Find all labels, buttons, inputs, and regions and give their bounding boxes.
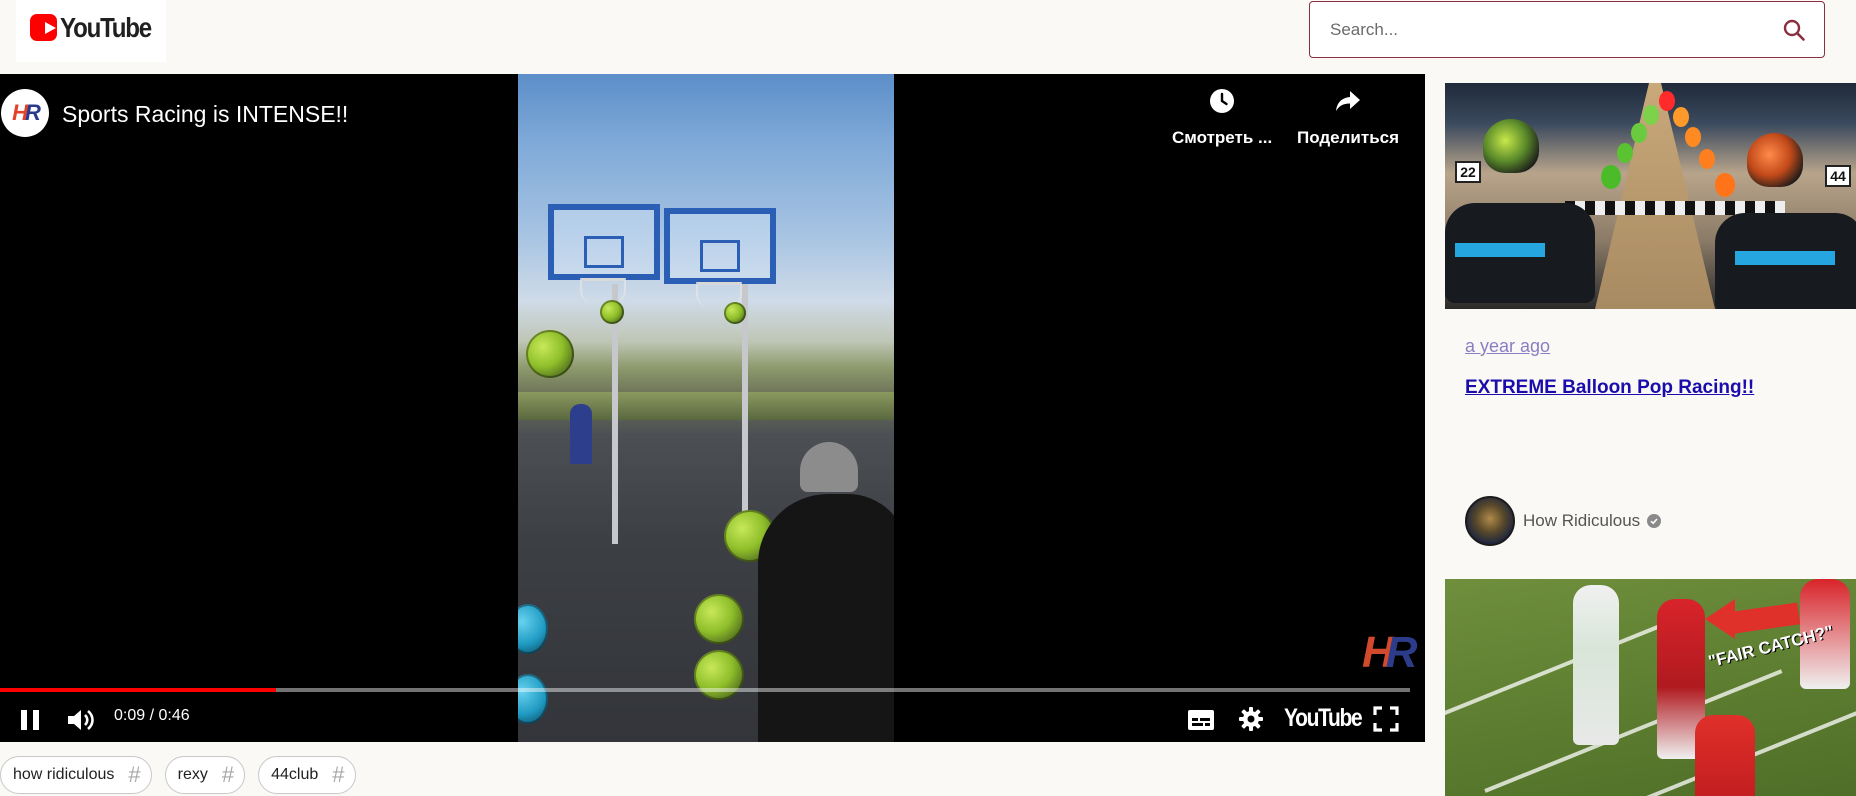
tag-list: how ridiculous # rexy # 44club # [0,756,356,794]
backboard-square [700,240,740,272]
search-input[interactable] [1310,2,1764,57]
helmet [1747,133,1803,187]
person [570,404,592,464]
channel-watermark[interactable]: HR [1362,628,1418,678]
video-player[interactable]: HR Sports Racing is INTENSE!! Смотреть .… [0,74,1425,742]
basketball [518,604,548,654]
logo-text: YouTube [60,12,152,43]
progress-played [0,688,277,692]
kart-stripe [1735,251,1835,265]
fullscreen-button[interactable] [1371,704,1401,734]
upload-age[interactable]: a year ago [1465,336,1845,357]
card-body: a year ago EXTREME Balloon Pop Racing!! [1465,336,1845,399]
search-bar [1309,1,1825,58]
related-video-card[interactable]: 22 44 a year ago EXTREME Balloon Pop Rac… [1445,83,1856,559]
hash-icon: # [221,762,235,787]
red-arrow-shaft [1731,602,1801,634]
basketball [724,302,746,324]
video-thumbnail[interactable]: 22 44 [1445,83,1856,309]
video-title[interactable]: Sports Racing is INTENSE!! [62,101,348,128]
hoop-pole [742,284,748,534]
volume-button[interactable] [64,704,98,736]
tag-label: 44club [271,766,319,783]
red-arrow-icon [1705,599,1735,639]
cap [800,442,858,492]
balloon [1699,149,1715,169]
progress-bar[interactable] [0,688,1410,692]
tag-how-ridiculous[interactable]: how ridiculous # [0,756,152,794]
watch-later-label: Смотреть ... [1172,128,1273,147]
balloon [1601,165,1621,189]
backboard-square [584,236,624,268]
watermark-r: R [1385,628,1418,677]
pause-button[interactable] [14,704,46,736]
video-thumbnail[interactable]: "FAIR CATCH?" [1445,579,1856,796]
time-display: 0:09 / 0:46 [114,707,190,724]
balloon [1685,127,1701,147]
yard-line [1445,621,1667,723]
balloon [1643,105,1659,125]
kart-number: 44 [1825,165,1851,187]
hoop-rim [580,278,626,304]
settings-button[interactable] [1236,704,1266,734]
channel-logo[interactable]: HR [1,89,49,137]
subtitles-button[interactable] [1186,706,1216,734]
basketball [694,594,744,644]
basketball [694,650,744,700]
related-video-card[interactable]: "FAIR CATCH?" [1445,579,1856,796]
backboard [664,208,776,284]
clock-icon [1209,88,1235,119]
balloon [1673,107,1689,127]
tag-44club[interactable]: 44club # [258,756,356,794]
balloon [1659,91,1675,111]
balloon [1631,123,1647,143]
youtube-watch-logo[interactable]: YouTube [1284,704,1363,733]
top-bar: YouTube [0,0,1856,74]
tag-label: how ridiculous [13,766,115,783]
gear-icon [1239,707,1263,731]
kart-number: 22 [1455,161,1481,183]
channel-name[interactable]: How Ridiculous [1523,511,1640,531]
youtube-logo[interactable]: YouTube [16,0,166,62]
tag-rexy[interactable]: rexy # [164,756,246,794]
subtitles-icon [1188,710,1214,730]
volume-icon [68,710,94,730]
kart-stripe [1455,243,1545,257]
hash-icon: # [332,762,345,787]
basketball [526,330,574,378]
basketball [600,300,624,324]
watermark-h: H [1362,628,1394,677]
football-player [1695,715,1755,796]
balloon [1715,173,1735,197]
share-label: Поделиться [1297,128,1400,147]
verified-icon [1647,514,1662,528]
video-frame[interactable] [518,74,894,742]
player-controls: 0:09 / 0:46 YouTube [0,698,1425,740]
channel-avatar[interactable] [1465,496,1515,546]
tag-label: rexy [177,766,208,783]
watch-later-button[interactable]: Смотреть ... [1172,88,1272,148]
hash-icon: # [128,762,141,787]
balloon [1617,143,1633,163]
backboard [548,204,660,280]
search-icon[interactable] [1764,2,1824,57]
youtube-play-icon [30,14,58,41]
video-title-link[interactable]: EXTREME Balloon Pop Racing!! [1465,377,1845,399]
football-player [1573,585,1619,745]
channel-logo-h: H [12,100,28,125]
share-button[interactable]: Поделиться [1297,88,1399,148]
helmet [1483,119,1539,173]
fullscreen-icon [1373,706,1399,732]
share-icon [1334,88,1362,119]
channel-logo-r: R [25,100,41,125]
channel-info[interactable]: How Ridiculous [1465,496,1662,546]
pause-icon [21,710,39,730]
